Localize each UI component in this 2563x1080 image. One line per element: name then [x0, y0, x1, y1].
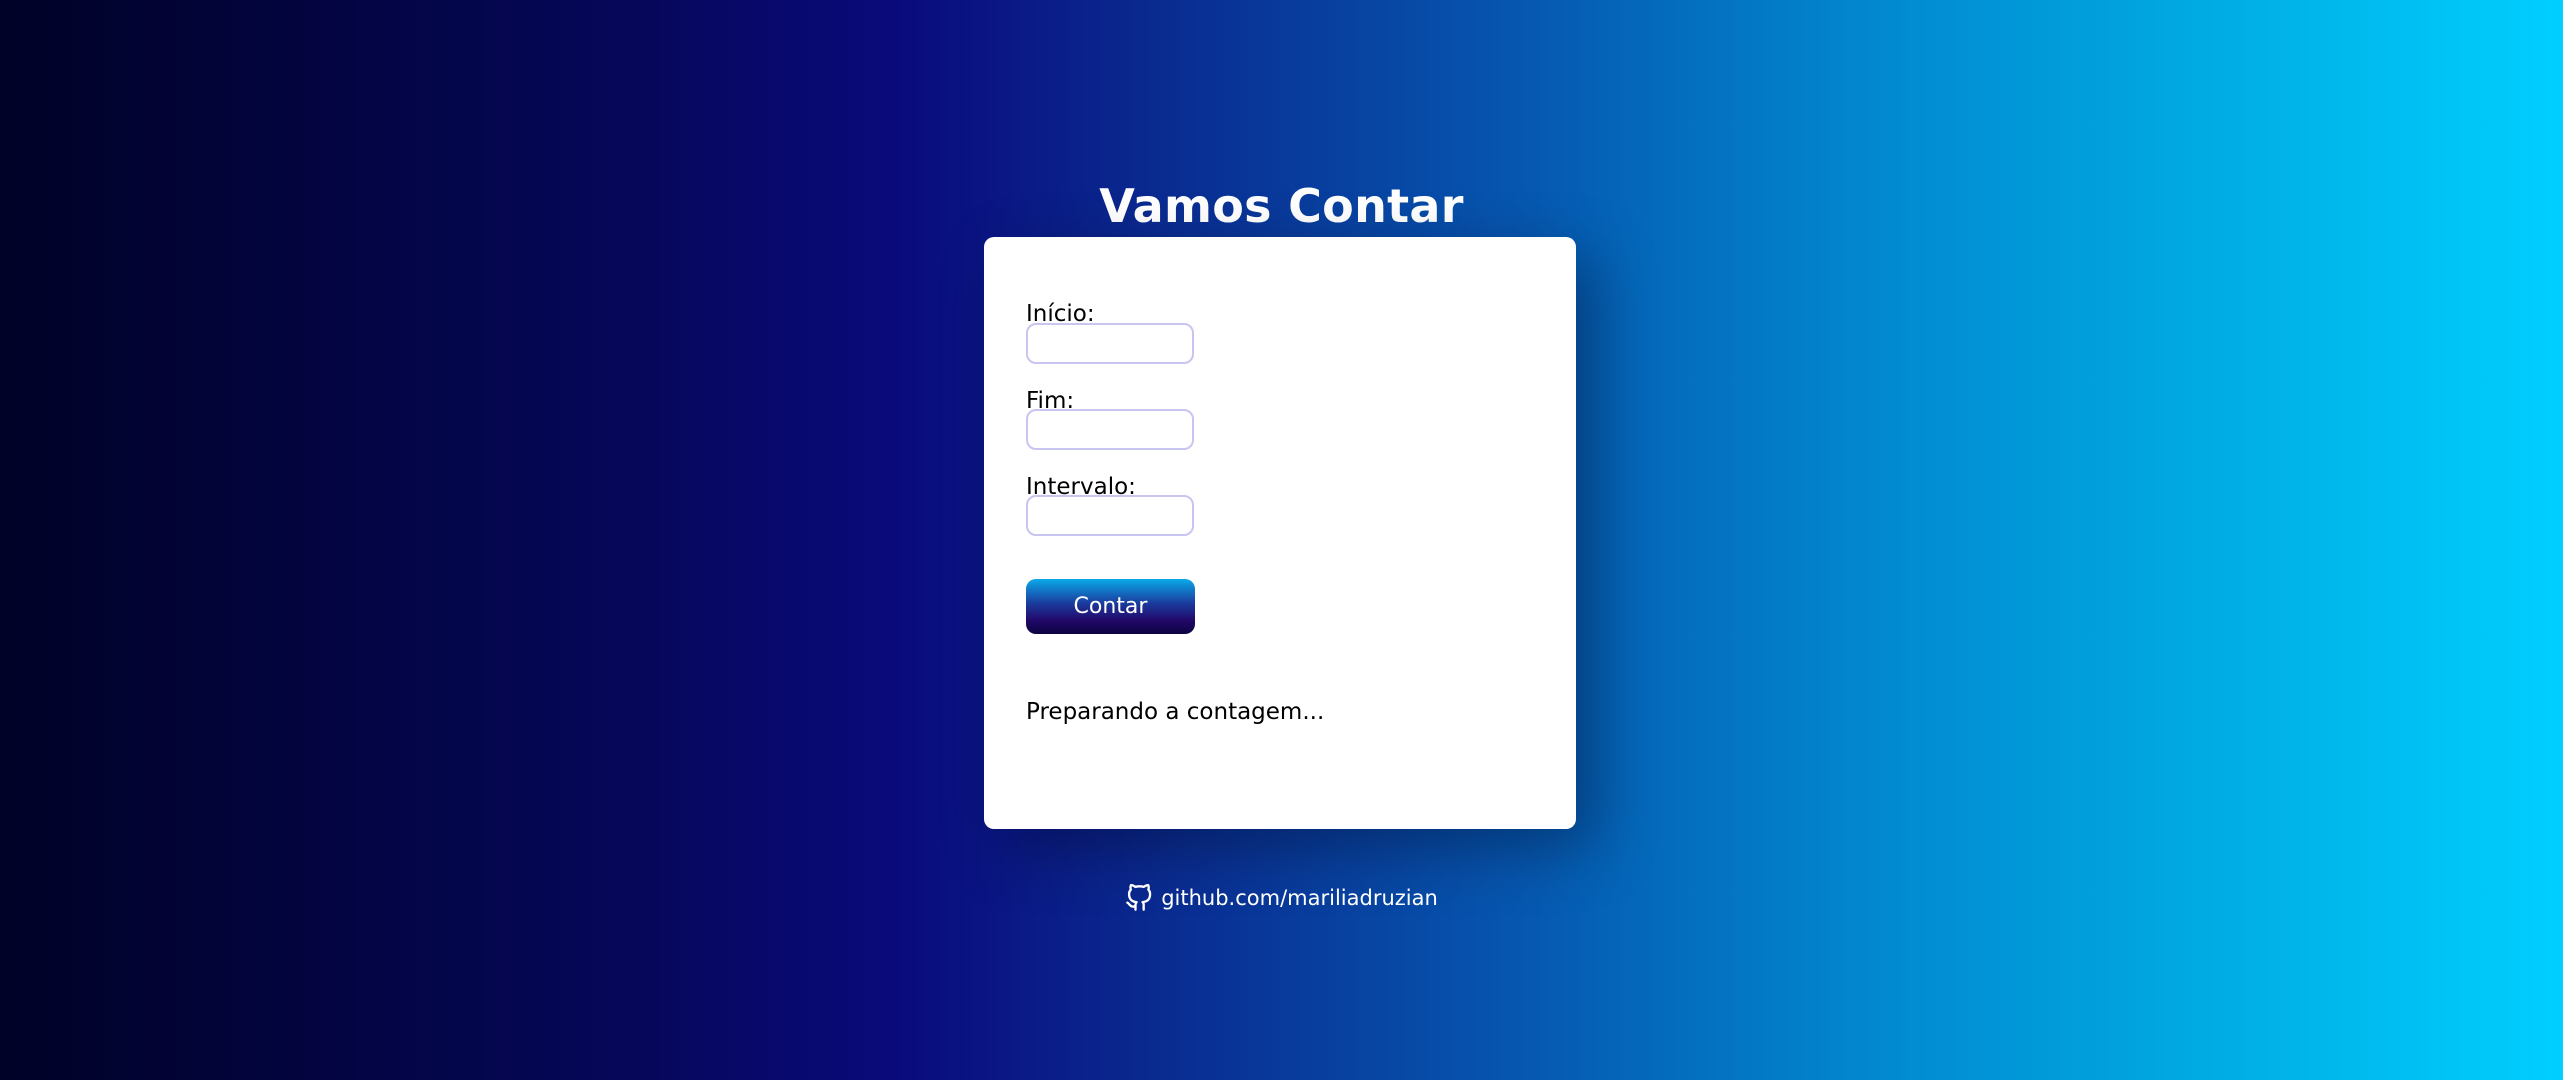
page-title: Vamos Contar [1099, 178, 1464, 233]
github-icon [1125, 884, 1153, 912]
footer: github.com/mariliadruzian [0, 884, 2563, 912]
end-input[interactable] [1026, 409, 1194, 450]
step-input[interactable] [1026, 495, 1194, 536]
start-input[interactable] [1026, 323, 1194, 364]
count-button[interactable]: Contar [1026, 579, 1195, 634]
counter-card: Início: Fim: Intervalo: Contar Preparand… [984, 237, 1576, 829]
github-link[interactable]: github.com/mariliadruzian [1161, 886, 1438, 910]
count-status: Preparando a contagem... [1026, 699, 1325, 725]
